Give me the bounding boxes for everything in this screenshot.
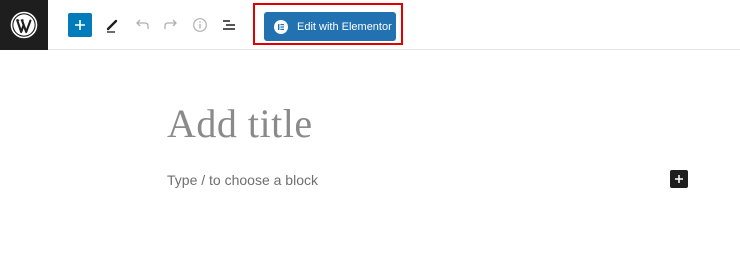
wordpress-icon	[10, 11, 38, 39]
block-placeholder[interactable]: Type / to choose a block	[167, 172, 318, 188]
plus-icon	[75, 20, 85, 30]
editor-toolbar: Edit with Elementor	[0, 0, 740, 50]
undo-icon	[136, 19, 149, 29]
list-view-button[interactable]	[219, 15, 239, 35]
info-icon	[193, 18, 207, 32]
redo-button[interactable]	[161, 15, 181, 35]
plus-icon	[675, 175, 683, 183]
wordpress-logo[interactable]	[0, 0, 48, 50]
post-title-input[interactable]: Add title	[167, 100, 313, 147]
undo-button[interactable]	[132, 15, 152, 35]
edit-with-elementor-label: Edit with Elementor	[297, 20, 392, 33]
block-inserter-button[interactable]	[68, 13, 92, 37]
edit-with-elementor-button[interactable]: Edit with Elementor	[264, 12, 396, 41]
tools-button[interactable]	[103, 15, 123, 35]
details-button[interactable]	[190, 15, 210, 35]
list-icon	[223, 20, 235, 30]
pencil-icon	[106, 19, 118, 33]
elementor-icon	[274, 19, 288, 34]
add-block-button[interactable]	[670, 170, 688, 188]
redo-icon	[164, 19, 177, 29]
